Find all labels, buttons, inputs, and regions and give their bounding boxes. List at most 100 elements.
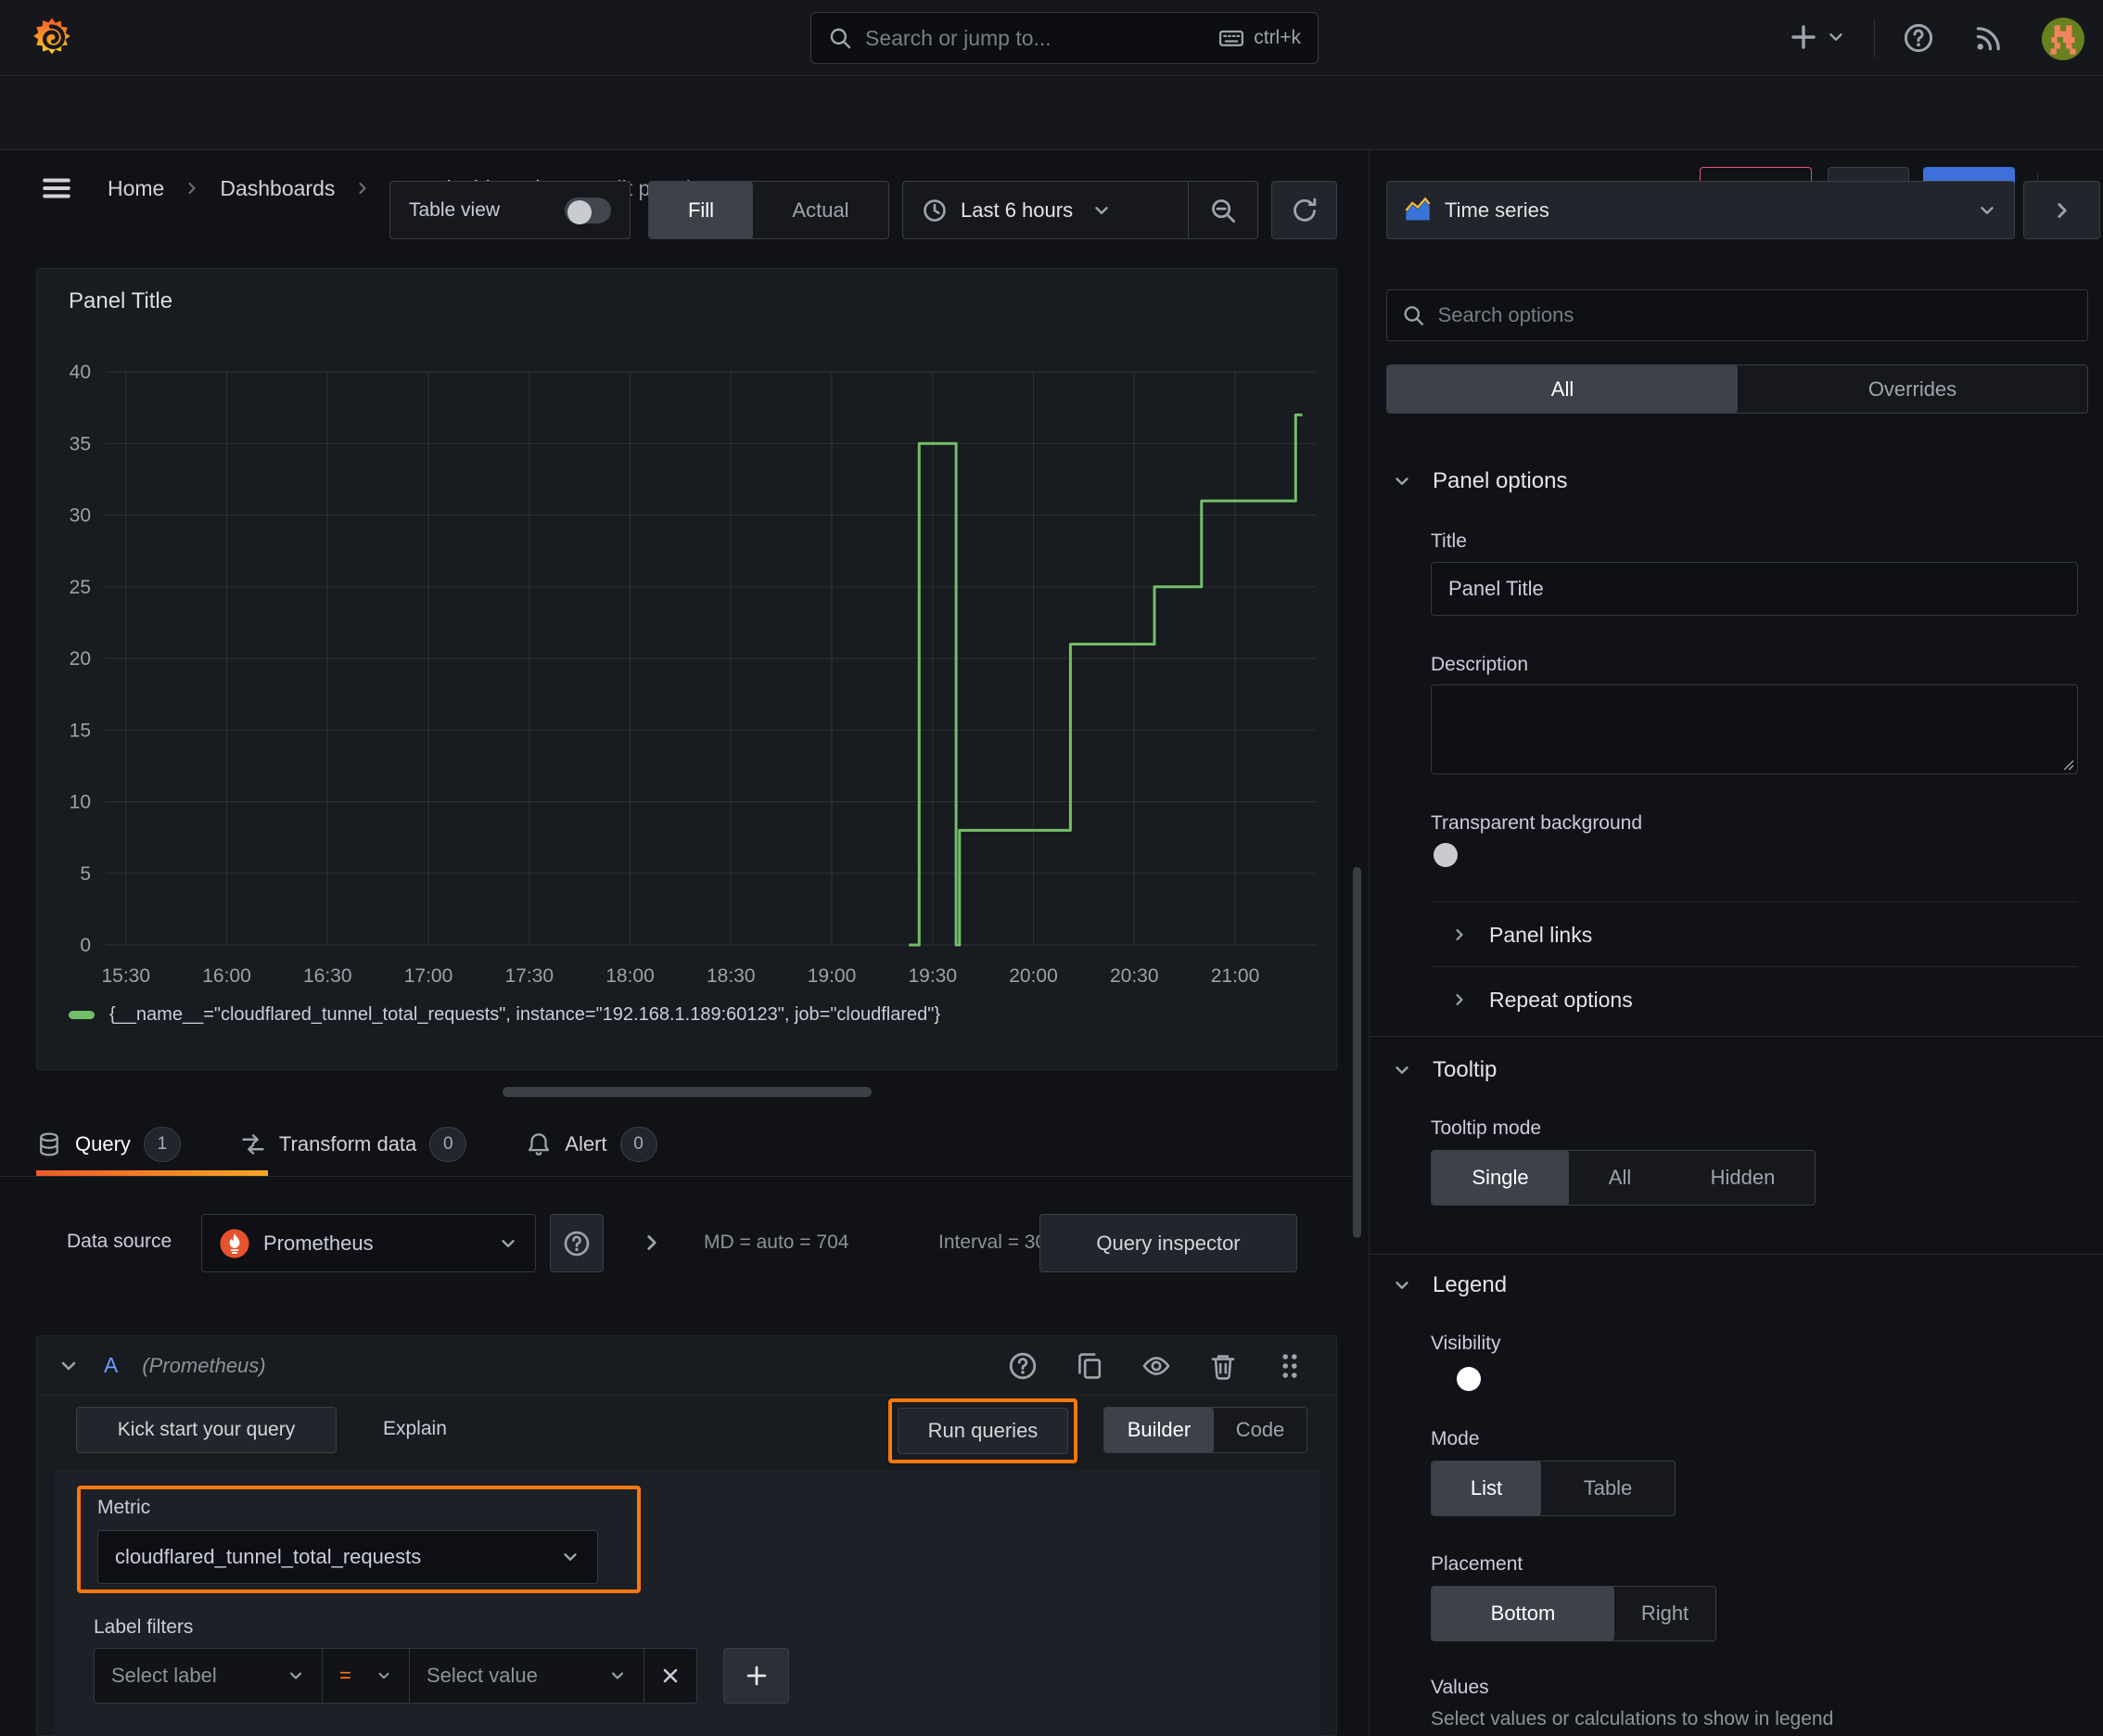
chevron-down-icon (498, 1233, 518, 1254)
time-range-picker[interactable]: Last 6 hours (903, 198, 1188, 223)
search-options-input[interactable] (1437, 303, 2072, 327)
description-textarea[interactable] (1445, 695, 2064, 743)
x-axis-tick-label: 19:30 (908, 965, 957, 987)
breadcrumb-dashboards[interactable]: Dashboards (220, 176, 335, 201)
transform-icon (240, 1131, 266, 1157)
select-value-dropdown[interactable]: Select value (410, 1648, 644, 1704)
search-icon (1402, 303, 1425, 327)
tooltip-all-option[interactable]: All (1569, 1151, 1671, 1205)
tab-alert[interactable]: Alert 0 (526, 1127, 657, 1162)
table-view-toggle[interactable] (565, 197, 611, 224)
fill-option[interactable]: Fill (649, 182, 753, 238)
tab-query[interactable]: Query 1 (36, 1127, 181, 1162)
data-source-help-button[interactable] (550, 1214, 604, 1272)
search-options-field[interactable] (1386, 289, 2088, 341)
panel-options-section-header[interactable]: Panel options (1392, 468, 1567, 494)
chevron-right-icon (183, 179, 201, 198)
breadcrumb-home[interactable]: Home (108, 176, 164, 201)
panel-title[interactable]: Panel Title (69, 288, 172, 314)
metric-highlight: Metric cloudflared_tunnel_total_requests (77, 1486, 641, 1593)
tooltip-hidden-option[interactable]: Hidden (1671, 1151, 1815, 1205)
chevron-right-icon (353, 179, 372, 198)
clock-icon (922, 198, 948, 223)
chevron-down-icon (287, 1666, 305, 1685)
grafana-logo[interactable] (28, 14, 76, 62)
tab-all[interactable]: All (1387, 365, 1738, 413)
explain-label: Explain (383, 1418, 447, 1439)
query-help-icon[interactable] (1008, 1351, 1038, 1381)
refresh-icon (1291, 197, 1319, 224)
placement-bottom-option[interactable]: Bottom (1432, 1587, 1614, 1640)
legend-item[interactable]: {__name__="cloudflared_tunnel_total_requ… (69, 1004, 940, 1026)
search-input[interactable]: Search or jump to... ctrl+k (810, 12, 1319, 64)
query-ref-id[interactable]: A (104, 1353, 118, 1378)
y-axis-tick-label: 15 (70, 720, 91, 741)
help-button[interactable] (1903, 22, 1934, 54)
legend-section-header[interactable]: Legend (1392, 1272, 1507, 1298)
fill-actual-switch: Fill Actual (648, 181, 889, 239)
search-icon (828, 26, 852, 50)
panel-title-input[interactable] (1448, 577, 2060, 601)
query-options-expander[interactable] (640, 1231, 664, 1255)
main-scrollbar-thumb[interactable] (1353, 867, 1361, 1238)
tooltip-section-header[interactable]: Tooltip (1392, 1057, 1497, 1083)
legend-table-option[interactable]: Table (1541, 1462, 1675, 1515)
hide-response-eye-icon[interactable] (1141, 1351, 1171, 1381)
toggle-viz-pane-button[interactable] (2023, 181, 2100, 239)
data-source-label: Data source (67, 1231, 172, 1252)
legend-list-option[interactable]: List (1432, 1462, 1541, 1515)
collapse-query-icon[interactable] (57, 1355, 80, 1377)
legend-values-label: Values (1431, 1677, 1489, 1698)
query-count-badge: 1 (143, 1127, 181, 1162)
builder-option[interactable]: Builder (1104, 1408, 1214, 1452)
news-button[interactable] (1973, 22, 2005, 54)
menu-toggle-button[interactable] (41, 172, 72, 204)
drag-query-handle-icon[interactable] (1275, 1351, 1305, 1381)
chevron-right-icon (1450, 925, 1469, 944)
repeat-options-section-header[interactable]: Repeat options (1450, 978, 1633, 1021)
panel-title-field[interactable] (1431, 562, 2078, 616)
close-icon (659, 1665, 682, 1687)
metric-select[interactable]: cloudflared_tunnel_total_requests (97, 1530, 598, 1584)
label-filters-label: Label filters (94, 1616, 194, 1638)
x-axis-tick-label: 15:30 (101, 965, 150, 987)
nav-divider (1874, 19, 1875, 57)
select-label-dropdown[interactable]: Select label (94, 1648, 323, 1704)
operator-dropdown[interactable]: = (323, 1648, 410, 1704)
query-inspector-button[interactable]: Query inspector (1039, 1214, 1297, 1272)
add-filter-button[interactable] (723, 1648, 789, 1704)
remove-filter-button[interactable] (644, 1648, 697, 1704)
metric-value: cloudflared_tunnel_total_requests (115, 1545, 422, 1568)
zoom-out-button[interactable] (1189, 182, 1257, 238)
table-view-label: Table view (409, 198, 501, 221)
plus-icon (1789, 22, 1818, 52)
transparent-background-label: Transparent background (1431, 812, 1643, 834)
avatar[interactable] (2042, 18, 2084, 60)
legend-placement-label: Placement (1431, 1553, 1523, 1575)
new-menu-button[interactable] (1789, 22, 1846, 52)
x-axis-tick-label: 16:30 (303, 965, 352, 987)
duplicate-query-icon[interactable] (1075, 1351, 1104, 1381)
pane-resize-handle[interactable] (503, 1087, 872, 1097)
actual-option[interactable]: Actual (753, 182, 888, 238)
tab-transform-data[interactable]: Transform data 0 (240, 1127, 467, 1162)
search-placeholder: Search or jump to... (865, 25, 1052, 50)
resize-handle-icon[interactable] (2057, 753, 2075, 772)
chevron-down-icon (1977, 200, 1997, 221)
data-source-picker[interactable]: Prometheus (201, 1214, 536, 1272)
tooltip-single-option[interactable]: Single (1432, 1151, 1569, 1205)
chevron-down-icon (1392, 1060, 1412, 1080)
description-field[interactable] (1431, 684, 2078, 774)
placement-right-option[interactable]: Right (1614, 1587, 1715, 1640)
code-option[interactable]: Code (1214, 1408, 1306, 1452)
chevron-down-icon (1392, 1275, 1412, 1296)
kick-start-query-button[interactable]: Kick start your query (76, 1407, 337, 1453)
run-queries-button[interactable]: Run queries (898, 1408, 1068, 1454)
panel-links-section-header[interactable]: Panel links (1450, 913, 1592, 956)
delete-query-icon[interactable] (1208, 1351, 1238, 1381)
tab-overrides[interactable]: Overrides (1738, 365, 2087, 413)
y-axis-tick-label: 40 (70, 362, 91, 383)
visualization-picker[interactable]: Time series (1386, 181, 2015, 239)
refresh-button[interactable] (1271, 181, 1337, 239)
x-axis-tick-label: 16:00 (202, 965, 251, 987)
